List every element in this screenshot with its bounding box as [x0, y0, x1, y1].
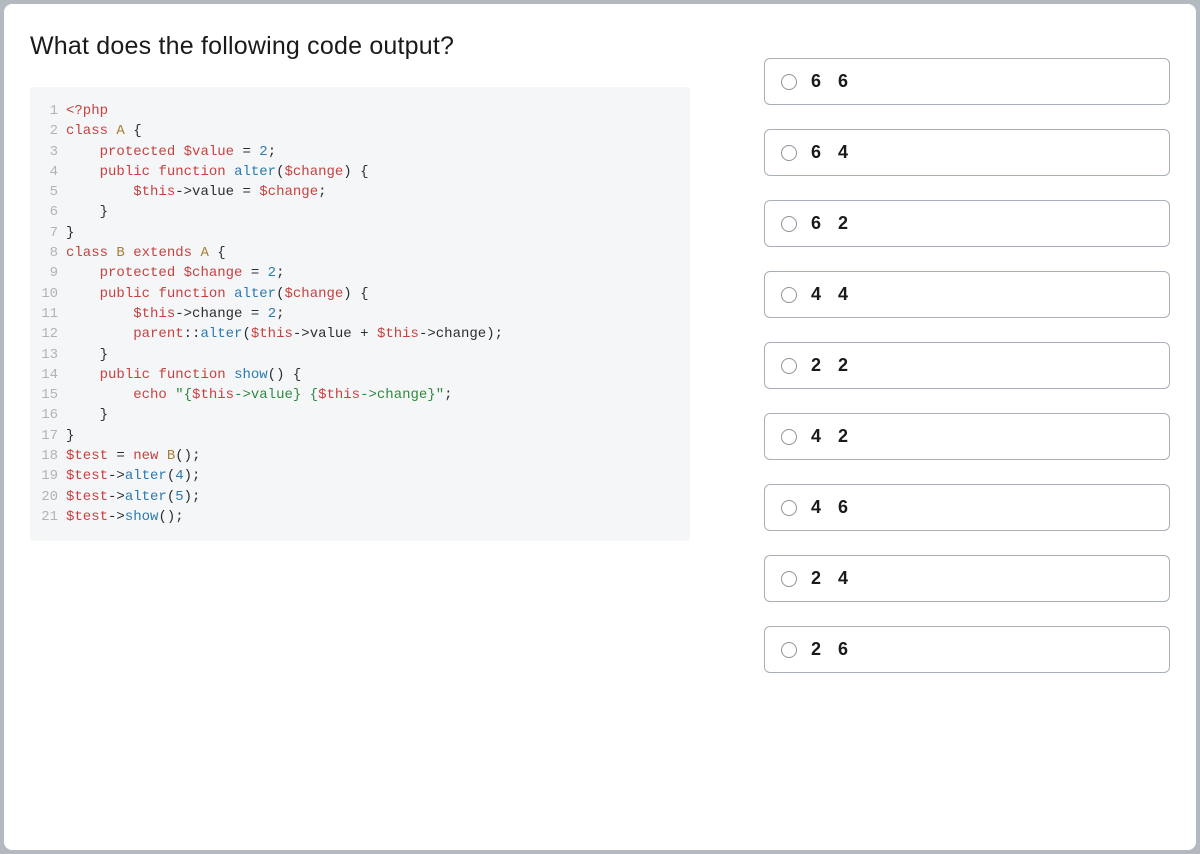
line-number: 8	[30, 243, 66, 263]
line-number: 2	[30, 121, 66, 141]
answer-option[interactable]: 6 4	[764, 129, 1170, 176]
code-content: protected $change = 2;	[66, 263, 284, 283]
code-content: $test->show();	[66, 507, 184, 527]
line-number: 5	[30, 182, 66, 202]
answer-option[interactable]: 4 2	[764, 413, 1170, 460]
code-line: 13 }	[30, 345, 680, 365]
code-line: 1<?php	[30, 101, 680, 121]
line-number: 9	[30, 263, 66, 283]
answer-option[interactable]: 2 2	[764, 342, 1170, 389]
line-number: 18	[30, 446, 66, 466]
answer-option-label: 4 4	[811, 284, 854, 305]
answer-option-label: 4 6	[811, 497, 854, 518]
answer-option-label: 2 2	[811, 355, 854, 376]
code-line: 11 $this->change = 2;	[30, 304, 680, 324]
code-line: 16 }	[30, 405, 680, 425]
answer-option-label: 2 6	[811, 639, 854, 660]
question-left-column: What does the following code output? 1<?…	[30, 32, 690, 822]
radio-icon	[781, 429, 797, 445]
code-line: 6 }	[30, 202, 680, 222]
code-line: 3 protected $value = 2;	[30, 142, 680, 162]
code-content: public function show() {	[66, 365, 301, 385]
answer-option[interactable]: 4 4	[764, 271, 1170, 318]
code-content: $test->alter(4);	[66, 466, 200, 486]
code-content: echo "{$this->value} {$this->change}";	[66, 385, 453, 405]
code-line: 10 public function alter($change) {	[30, 284, 680, 304]
code-line: 19$test->alter(4);	[30, 466, 680, 486]
line-number: 3	[30, 142, 66, 162]
answer-option[interactable]: 6 6	[764, 58, 1170, 105]
line-number: 20	[30, 487, 66, 507]
code-content: protected $value = 2;	[66, 142, 276, 162]
code-line: 4 public function alter($change) {	[30, 162, 680, 182]
code-content: public function alter($change) {	[66, 162, 369, 182]
code-line: 12 parent::alter($this->value + $this->c…	[30, 324, 680, 344]
code-line: 18$test = new B();	[30, 446, 680, 466]
line-number: 4	[30, 162, 66, 182]
code-content: $test->alter(5);	[66, 487, 200, 507]
radio-icon	[781, 571, 797, 587]
radio-icon	[781, 287, 797, 303]
radio-icon	[781, 145, 797, 161]
answer-options: 6 6 6 4 6 2 4 4 2 2 4 2 4 6 2 4 2 6	[764, 32, 1170, 822]
code-line: 7}	[30, 223, 680, 243]
code-content: class B extends A {	[66, 243, 226, 263]
radio-icon	[781, 74, 797, 90]
line-number: 16	[30, 405, 66, 425]
code-line: 5 $this->value = $change;	[30, 182, 680, 202]
line-number: 1	[30, 101, 66, 121]
radio-icon	[781, 642, 797, 658]
answer-option[interactable]: 2 6	[764, 626, 1170, 673]
answer-option-label: 2 4	[811, 568, 854, 589]
line-number: 6	[30, 202, 66, 222]
question-title: What does the following code output?	[30, 32, 690, 61]
code-line: 21$test->show();	[30, 507, 680, 527]
code-line: 20$test->alter(5);	[30, 487, 680, 507]
question-card: What does the following code output? 1<?…	[4, 4, 1196, 850]
radio-icon	[781, 216, 797, 232]
code-content: }	[66, 426, 74, 446]
code-content: $test = new B();	[66, 446, 200, 466]
code-line: 17}	[30, 426, 680, 446]
line-number: 10	[30, 284, 66, 304]
code-content: public function alter($change) {	[66, 284, 369, 304]
code-line: 2class A {	[30, 121, 680, 141]
code-content: $this->value = $change;	[66, 182, 327, 202]
code-content: }	[66, 405, 108, 425]
code-content: parent::alter($this->value + $this->chan…	[66, 324, 503, 344]
line-number: 21	[30, 507, 66, 527]
answer-option-label: 6 6	[811, 71, 854, 92]
code-content: class A {	[66, 121, 142, 141]
radio-icon	[781, 500, 797, 516]
answer-option-label: 4 2	[811, 426, 854, 447]
code-content: }	[66, 223, 74, 243]
answer-option[interactable]: 6 2	[764, 200, 1170, 247]
code-content: }	[66, 345, 108, 365]
answer-option-label: 6 2	[811, 213, 854, 234]
line-number: 11	[30, 304, 66, 324]
answer-option[interactable]: 4 6	[764, 484, 1170, 531]
answer-option[interactable]: 2 4	[764, 555, 1170, 602]
line-number: 15	[30, 385, 66, 405]
radio-icon	[781, 358, 797, 374]
code-line: 15 echo "{$this->value} {$this->change}"…	[30, 385, 680, 405]
code-line: 14 public function show() {	[30, 365, 680, 385]
line-number: 12	[30, 324, 66, 344]
answer-option-label: 6 4	[811, 142, 854, 163]
line-number: 14	[30, 365, 66, 385]
code-content: <?php	[66, 101, 108, 121]
code-block: 1<?php2class A {3 protected $value = 2;4…	[30, 87, 690, 541]
line-number: 7	[30, 223, 66, 243]
code-content: $this->change = 2;	[66, 304, 285, 324]
line-number: 19	[30, 466, 66, 486]
code-line: 8class B extends A {	[30, 243, 680, 263]
line-number: 17	[30, 426, 66, 446]
code-content: }	[66, 202, 108, 222]
line-number: 13	[30, 345, 66, 365]
code-line: 9 protected $change = 2;	[30, 263, 680, 283]
